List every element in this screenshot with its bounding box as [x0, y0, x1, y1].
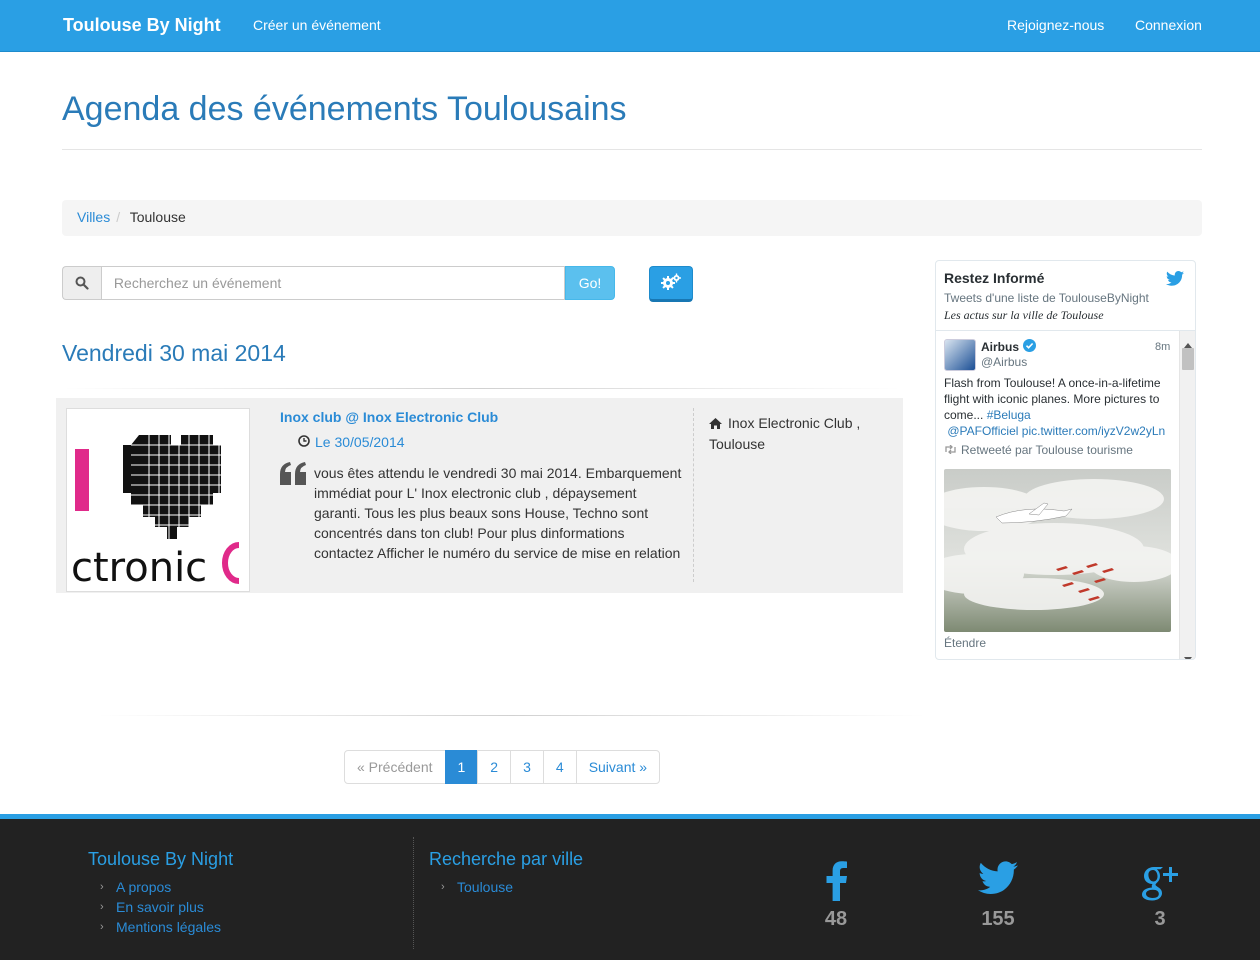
footer-link-label[interactable]: En savoir plus: [116, 897, 204, 917]
chevron-right-icon: ›: [100, 901, 104, 913]
gears-icon: [660, 273, 682, 294]
footer-link-toulouse[interactable]: › Toulouse: [441, 877, 513, 897]
twitter-bird-icon[interactable]: [1166, 271, 1184, 289]
clock-icon: [298, 434, 310, 450]
breadcrumb-separator: /: [116, 209, 121, 225]
title-divider: [62, 149, 1202, 150]
day-heading: Vendredi 30 mai 2014: [62, 340, 286, 366]
tweet-link[interactable]: pic.twitter.com/iyzV2w2yLn: [1022, 424, 1165, 438]
scroll-down-icon[interactable]: [1184, 649, 1192, 659]
footer-link-label[interactable]: Toulouse: [457, 877, 513, 897]
googleplus-icon: [1140, 867, 1180, 904]
pagination-page-4[interactable]: 4: [542, 750, 577, 784]
search-icon: [62, 266, 101, 300]
verified-icon: [1023, 339, 1037, 355]
pagination-page-1[interactable]: 1: [444, 750, 479, 784]
googleplus-count: 3: [1154, 908, 1166, 930]
thumb-text: ctronic: [71, 545, 207, 591]
event-date-label: Le 30/05/2014: [315, 434, 405, 450]
facebook-icon: [824, 861, 848, 904]
footer-col2-title: Recherche par ville: [429, 849, 584, 869]
brand-link[interactable]: Toulouse By Night: [63, 15, 221, 36]
footer-col1-links: › A propos › En savoir plus › Mentions léga…: [100, 877, 221, 937]
facebook-share[interactable]: 48: [806, 861, 866, 931]
day-divider: [62, 388, 902, 389]
event-title-link[interactable]: Inox club @ Inox Electronic Club: [280, 409, 498, 425]
event-place: Inox Electronic Club , Toulouse: [709, 413, 889, 454]
search-input[interactable]: [100, 266, 566, 300]
footer-link-label[interactable]: A propos: [116, 877, 171, 897]
facebook-count: 48: [824, 908, 848, 930]
tweet-retweet-info: Retweeté par Toulouse tourisme: [944, 443, 1133, 457]
chevron-right-icon: ›: [100, 881, 104, 893]
home-icon: [709, 414, 722, 434]
airbus-avatar[interactable]: [944, 339, 976, 371]
breadcrumb: Villes / Toulouse: [62, 200, 1202, 236]
search-group: Go!: [62, 266, 615, 300]
tweet: Airbus @Airbus 8m Flash from Toulouse! A…: [936, 331, 1180, 659]
tweet-expand-link[interactable]: Étendre: [944, 636, 986, 650]
event-card: ctronic Inox club @ Inox Electronic Club…: [56, 398, 903, 593]
top-navbar: Toulouse By Night Créer un événement Rej…: [0, 0, 1260, 52]
login-link[interactable]: Connexion: [1135, 17, 1202, 33]
twitter-scrollbar-thumb[interactable]: [1182, 348, 1194, 370]
event-divider: [693, 408, 694, 582]
join-link[interactable]: Rejoignez-nous: [1007, 17, 1104, 33]
twitter-icon: [978, 861, 1018, 898]
tweet-text: Flash from Toulouse! A once-in-a-lifetim…: [944, 375, 1172, 439]
footer-link-ensavoirplus[interactable]: › En savoir plus: [100, 897, 221, 917]
footer: Toulouse By Night › A propos › En savoir p…: [0, 814, 1260, 960]
tweet-hashtag[interactable]: #Beluga: [987, 408, 1031, 422]
twitter-widget: Restez Informé Tweets d'une liste de Tou…: [935, 260, 1196, 660]
footer-divider: [413, 837, 414, 949]
event-thumbnail[interactable]: ctronic: [66, 408, 250, 592]
breadcrumb-villes[interactable]: Villes: [77, 209, 110, 225]
event-description: vous êtes attendu le vendredi 30 mai 201…: [314, 465, 682, 561]
tweet-photo[interactable]: [944, 469, 1171, 632]
pagination-page-3[interactable]: 3: [510, 750, 544, 784]
tweet-handle[interactable]: @Airbus: [981, 355, 1027, 369]
tweet-body: Flash from Toulouse! A once-in-a-lifetim…: [944, 376, 1161, 422]
page-title: Agenda des événements Toulousains: [62, 90, 627, 128]
twitter-share[interactable]: 155: [968, 861, 1028, 931]
pagination-page-2[interactable]: 2: [477, 750, 512, 784]
tweet-time[interactable]: 8m: [1155, 341, 1170, 353]
chevron-right-icon: ›: [441, 881, 445, 893]
retweet-icon: [944, 443, 957, 457]
event-date[interactable]: Le 30/05/2014: [298, 434, 405, 450]
pagination-prev[interactable]: « Précédent: [344, 750, 446, 784]
pagination-next[interactable]: Suivant »: [575, 750, 661, 784]
search-go-button[interactable]: Go!: [565, 266, 615, 300]
twitter-widget-title: Restez Informé: [944, 270, 1045, 286]
quote-icon: [280, 462, 308, 489]
footer-link-apropos[interactable]: › A propos: [100, 877, 221, 897]
tweet-author[interactable]: Airbus: [981, 339, 1037, 355]
settings-button[interactable]: [649, 266, 693, 302]
chevron-right-icon: ›: [100, 921, 104, 933]
twitter-widget-subtitle: Tweets d'une liste de ToulouseByNight: [944, 291, 1149, 305]
pagination: « Précédent 1 2 3 4 Suivant »: [344, 750, 661, 784]
event-place-text: Inox Electronic Club , Toulouse: [709, 415, 861, 452]
retweet-text: Retweeté par Toulouse tourisme: [961, 443, 1133, 457]
content-divider: [96, 715, 926, 716]
create-event-link[interactable]: Créer un événement: [253, 17, 381, 33]
googleplus-share[interactable]: 3: [1130, 861, 1190, 931]
tweet-author-name: Airbus: [981, 340, 1020, 354]
breadcrumb-current: Toulouse: [129, 209, 186, 225]
twitter-widget-description: Les actus sur la ville de Toulouse: [944, 308, 1104, 322]
footer-col2-links: › Toulouse: [441, 877, 513, 897]
footer-link-label[interactable]: Mentions légales: [116, 917, 221, 937]
scroll-up-icon[interactable]: [1184, 335, 1192, 351]
twitter-count: 155: [981, 908, 1015, 930]
footer-link-mentions[interactable]: › Mentions légales: [100, 917, 221, 937]
twitter-scrollbar[interactable]: [1179, 331, 1195, 659]
footer-col1-title: Toulouse By Night: [88, 849, 234, 869]
tweet-mention[interactable]: @PAFOfficiel: [947, 424, 1018, 438]
